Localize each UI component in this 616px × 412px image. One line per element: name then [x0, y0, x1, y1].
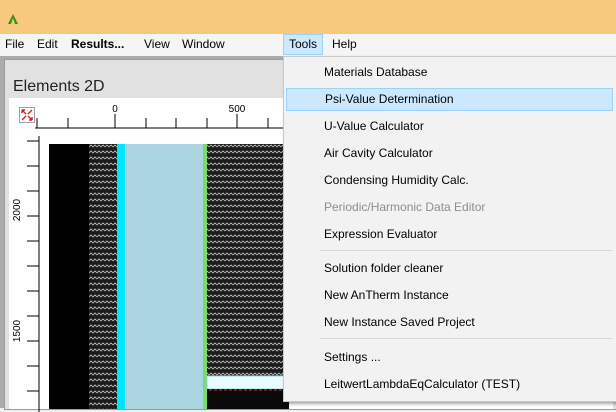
ruler-left-label: 1500 — [12, 319, 23, 342]
menu-window[interactable]: Window — [177, 34, 230, 55]
menuitem-air-cavity-calculator[interactable]: Air Cavity Calculator — [286, 142, 613, 165]
window-title: Elements 2D — [13, 78, 105, 95]
light-blue-layer — [125, 144, 205, 409]
ruler-left-label: 2000 — [12, 198, 23, 221]
menu-file[interactable]: File — [0, 34, 29, 55]
menuitem-new-antherm-instance[interactable]: New AnTherm Instance — [286, 284, 613, 307]
menuitem-settings[interactable]: Settings ... — [286, 346, 613, 369]
cyan-layer — [117, 144, 125, 409]
insulation-hatch-right — [207, 144, 289, 376]
menuitem-expression-evaluator[interactable]: Expression Evaluator — [286, 223, 613, 246]
menuitem-periodic-harmonic-data-editor: Periodic/Harmonic Data Editor — [324, 200, 486, 214]
menu-separator — [320, 338, 612, 339]
menu-tools[interactable]: Tools — [283, 34, 324, 55]
menu-edit[interactable]: Edit — [32, 34, 63, 55]
menu-separator — [320, 250, 612, 251]
menuitem-leitwertlambdaeqcalculator[interactable]: LeitwertLambdaEqCalculator (TEST) — [286, 373, 613, 396]
tools-dropdown-menu: Materials Database Psi-Value Determinati… — [283, 56, 616, 402]
zoom-fit-icon — [21, 109, 33, 121]
title-bar — [0, 0, 616, 34]
insulation-hatch-left — [89, 144, 117, 409]
menuitem-materials-database[interactable]: Materials Database — [286, 61, 613, 84]
construction-section[interactable] — [49, 144, 289, 409]
bottom-region — [207, 389, 289, 409]
sill-layer — [206, 375, 289, 390]
menu-bar: File Edit Results... View Window Tools H… — [0, 34, 616, 57]
zoom-fit-button[interactable] — [19, 107, 35, 123]
ruler-top-label: 500 — [229, 104, 246, 115]
menuitem-new-instance-saved-project[interactable]: New Instance Saved Project — [286, 311, 613, 334]
app-icon[interactable] — [6, 12, 20, 26]
ruler-top: 0 500 — [35, 104, 315, 129]
green-edge — [203, 144, 207, 409]
menu-view[interactable]: View — [139, 34, 175, 55]
ruler-left: 2000 1500 — [12, 136, 40, 412]
menuitem-solution-folder-cleaner[interactable]: Solution folder cleaner — [286, 257, 613, 280]
menu-help[interactable]: Help — [327, 34, 362, 55]
menuitem-psi-value-determination[interactable]: Psi-Value Determination — [286, 88, 613, 111]
menu-results[interactable]: Results... — [66, 34, 129, 55]
ruler-top-label: 0 — [112, 104, 118, 115]
menuitem-u-value-calculator[interactable]: U-Value Calculator — [286, 115, 613, 138]
menuitem-condensing-humidity-calc[interactable]: Condensing Humidity Calc. — [286, 169, 613, 192]
